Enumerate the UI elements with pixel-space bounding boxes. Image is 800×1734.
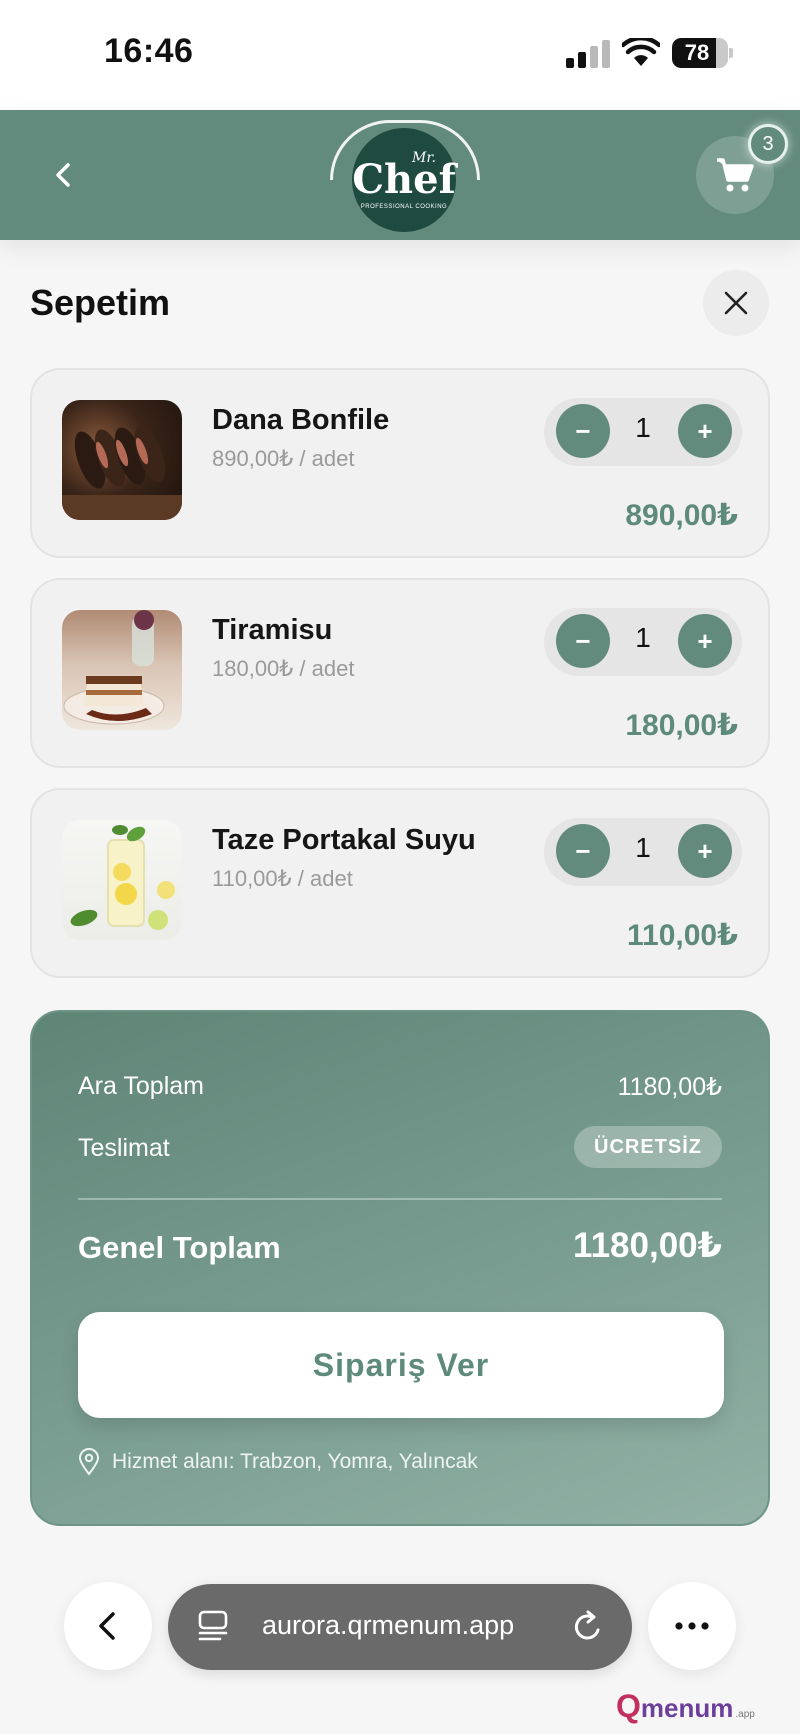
brand-name: menum — [640, 1693, 734, 1723]
item-unit-price: 890,00₺ / adet — [212, 446, 355, 471]
brand-suffix: .app — [735, 1709, 755, 1720]
quantity-value: 1 — [635, 832, 651, 863]
url-text: aurora.qrmenum.app — [262, 1610, 515, 1640]
item-total: 110,00₺ — [627, 919, 738, 952]
chevron-left-icon — [99, 1612, 115, 1640]
cellular-signal-icon — [566, 40, 610, 68]
reload-icon[interactable] — [570, 1608, 606, 1646]
increase-quantity-button[interactable]: + — [678, 614, 732, 668]
item-total: 180,00₺ — [625, 709, 738, 742]
battery-percent: 78 — [684, 40, 710, 65]
item-name: Dana Bonfile — [212, 404, 390, 436]
increase-quantity-button[interactable]: + — [678, 824, 732, 878]
service-area: Hizmet alanı: Trabzon, Yomra, Yalıncak — [78, 1448, 478, 1476]
decrease-quantity-button[interactable]: − — [556, 404, 610, 458]
brand-logo[interactable]: Mr. Chef PROFESSIONAL COOKING — [352, 128, 456, 232]
grand-total-value: 1180,00₺ — [573, 1226, 722, 1265]
close-button[interactable] — [703, 270, 769, 336]
summary-divider — [78, 1198, 722, 1200]
subtotal-label: Ara Toplam — [78, 1072, 204, 1100]
grand-total-label: Genel Toplam — [78, 1230, 281, 1265]
item-name: Tiramisu — [212, 614, 333, 646]
cart-count-badge: 3 — [748, 124, 788, 164]
more-horizontal-icon — [675, 1622, 709, 1630]
decrease-quantity-button[interactable]: − — [556, 824, 610, 878]
cart-item: Dana Bonfile 890,00₺ / adet − 1 + 890,00… — [30, 368, 770, 558]
page-title: Sepetim — [30, 282, 171, 323]
status-time: 16:46 — [104, 32, 194, 70]
quantity-value: 1 — [635, 622, 651, 653]
service-area-text: Hizmet alanı: Trabzon, Yomra, Yalıncak — [112, 1450, 478, 1473]
item-image-tiramisu — [62, 610, 182, 730]
wifi-icon — [622, 38, 660, 66]
order-summary: Ara Toplam 1180,00₺ Teslimat ÜCRETSİZ Ge… — [30, 1010, 770, 1526]
quantity-stepper: − 1 + — [544, 818, 742, 886]
cart-item: Taze Portakal Suyu 110,00₺ / adet − 1 + … — [30, 788, 770, 978]
cart-item: Tiramisu 180,00₺ / adet − 1 + 180,00₺ — [30, 578, 770, 768]
item-unit-price: 180,00₺ / adet — [212, 656, 355, 681]
more-options-button[interactable] — [648, 1582, 736, 1670]
decrease-quantity-button[interactable]: − — [556, 614, 610, 668]
delivery-label: Teslimat — [78, 1134, 170, 1162]
back-button[interactable] — [44, 150, 84, 200]
delivery-free-badge: ÜCRETSİZ — [574, 1126, 722, 1168]
shopping-cart-icon — [717, 158, 754, 192]
item-total: 890,00₺ — [625, 499, 738, 532]
place-order-button[interactable]: Sipariş Ver — [78, 1312, 724, 1418]
logo-tagline: PROFESSIONAL COOKING — [360, 204, 448, 210]
increase-quantity-button[interactable]: + — [678, 404, 732, 458]
quantity-value: 1 — [635, 412, 651, 443]
item-image-taze-portakal-suyu — [62, 820, 182, 940]
qrmenum-brand-logo: Q menum .app — [616, 1688, 755, 1725]
close-icon — [724, 291, 748, 315]
item-name: Taze Portakal Suyu — [212, 824, 476, 856]
browser-back-button[interactable] — [64, 1582, 152, 1670]
battery-icon: 78 — [672, 38, 728, 68]
chevron-left-icon — [56, 163, 70, 187]
battery-tip — [729, 48, 733, 58]
subtotal-value: 1180,00₺ — [617, 1073, 722, 1101]
status-bar: 16:46 78 — [0, 0, 800, 110]
quantity-stepper: − 1 + — [544, 608, 742, 676]
quantity-stepper: − 1 + — [544, 398, 742, 466]
tabs-icon — [198, 1610, 228, 1641]
item-image-dana-bonfile — [62, 400, 182, 520]
app-header: Mr. Chef PROFESSIONAL COOKING 3 — [0, 110, 800, 240]
address-bar[interactable]: aurora.qrmenum.app — [168, 1584, 632, 1670]
item-unit-price: 110,00₺ / adet — [212, 866, 353, 891]
brand-q: Q — [616, 1688, 641, 1724]
location-pin-icon — [78, 1448, 100, 1476]
logo-name: Chef — [352, 156, 456, 203]
